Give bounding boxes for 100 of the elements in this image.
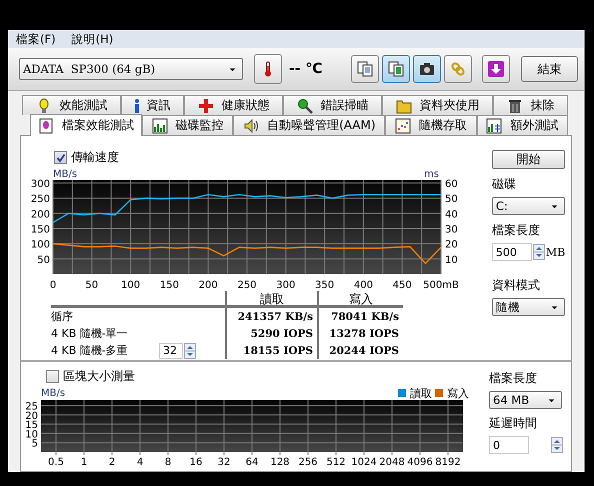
axis-label: 0.5 <box>48 457 64 468</box>
toolbar-button[interactable] <box>382 55 410 83</box>
exit-button[interactable]: 結束 <box>521 56 578 82</box>
axis-label: 32 <box>218 457 230 468</box>
axis-label: 350 <box>315 280 334 291</box>
speaker-icon <box>243 118 260 134</box>
axis-label: 40 <box>445 209 458 220</box>
camera-icon <box>419 61 435 77</box>
axis-label: 8 <box>164 457 172 468</box>
field-label: 延遲時間 <box>489 415 538 432</box>
documents-icon <box>357 61 373 77</box>
checkbox[interactable] <box>46 370 59 383</box>
axis-label: 2048 <box>379 457 405 468</box>
column-header: 寫入 <box>317 291 403 308</box>
menu-item[interactable]: 說明(H) <box>72 32 114 46</box>
tab[interactable]: 效能測試 <box>22 95 121 115</box>
axis-label: 30 <box>445 224 458 236</box>
table-cell: 18155 IOPS <box>225 342 317 359</box>
tab[interactable]: 自動噪聲管理(AAM) <box>233 115 386 135</box>
temperature-reading: -- ℃ <box>289 61 322 77</box>
axis-label: 450 <box>392 280 412 291</box>
axis-label: 20 <box>445 240 458 251</box>
axis-label: 512 <box>326 457 346 468</box>
download-icon <box>488 61 504 77</box>
axis-label: 64 <box>246 457 258 468</box>
column-header: 讀取 <box>225 291 317 308</box>
file-length-dropdown[interactable]: 64 MB <box>489 391 562 409</box>
axis-label: 60 <box>445 179 458 190</box>
toolbar-button[interactable] <box>351 55 379 83</box>
menu-item[interactable]: 檔案(F) <box>16 32 56 46</box>
tab[interactable]: 隨機存取 <box>385 115 477 135</box>
legend-label: 寫入 <box>447 387 469 400</box>
tab[interactable]: 資料夾使用 <box>382 95 493 115</box>
axis-label: 50 <box>85 280 98 291</box>
toolbar-button[interactable] <box>482 55 510 83</box>
tab[interactable]: 額外測試 <box>476 115 568 135</box>
toolbar-button[interactable] <box>413 55 441 83</box>
queue-depth-field[interactable]: 32 <box>159 342 183 358</box>
axis-label: 8192 <box>435 457 461 468</box>
axis-label: 10 <box>445 254 458 266</box>
chain-icon <box>450 61 466 77</box>
tab[interactable]: 抹除 <box>493 95 568 115</box>
axis-title: ms <box>424 169 439 180</box>
axis-label: 150 <box>30 224 50 236</box>
axis-label: 500mB <box>423 280 459 291</box>
data-mode-dropdown[interactable]: 隨機 <box>492 298 565 316</box>
axis-label: 4 <box>136 457 144 468</box>
checkbox[interactable] <box>54 151 67 164</box>
checkbox-label: 區塊大小測量 <box>63 368 135 385</box>
magnifier-icon <box>296 98 312 114</box>
axis-label: 250 <box>30 194 50 206</box>
row-label: 循序 <box>51 309 74 325</box>
axis-label: 2 <box>108 457 116 468</box>
spinner-arrows-icon[interactable] <box>551 437 563 453</box>
table-cell: 13278 IOPS <box>317 325 403 342</box>
temperature-button[interactable] <box>254 54 282 84</box>
axis-label: 5 <box>32 438 38 450</box>
scatter-chart-icon <box>394 118 411 134</box>
axis-label: 25 <box>25 402 38 413</box>
tab[interactable]: 磁碟監控 <box>142 115 234 135</box>
axis-label: 250 <box>237 280 257 291</box>
axis-label: 50 <box>37 254 50 266</box>
axis-label: 300 <box>30 179 50 190</box>
axis-label: 15 <box>25 420 38 432</box>
tab[interactable]: 資訊 <box>121 95 184 115</box>
axis-label: 200 <box>30 209 50 220</box>
file-length-field[interactable]: 500 <box>492 243 532 261</box>
axis-label: 0 <box>50 280 56 291</box>
tab[interactable]: 健康狀態 <box>184 95 283 115</box>
axis-label: 20 <box>25 410 38 422</box>
unit-label: MB <box>546 246 566 258</box>
table-cell: 20244 IOPS <box>317 342 403 359</box>
drive-dropdown[interactable]: ADATA SP300 (64 gB) <box>19 58 243 80</box>
document-icon <box>38 118 54 134</box>
spinner-arrows-icon[interactable] <box>532 244 545 260</box>
axis-label: 128 <box>270 457 290 468</box>
documents-icon <box>388 61 404 77</box>
tab[interactable]: 錯誤掃瞄 <box>283 95 382 115</box>
axis-label: 200 <box>198 280 218 291</box>
axis-label: 10 <box>25 429 38 440</box>
axis-label: 16 <box>190 457 202 468</box>
tab[interactable]: 檔案效能測試 <box>30 114 142 136</box>
table-cell: 5290 IOPS <box>225 325 317 342</box>
disk-dropdown[interactable]: C: <box>492 197 565 215</box>
table-cell: 241357 KB/s <box>225 308 317 325</box>
trash-icon <box>506 98 522 114</box>
delay-field[interactable]: 0 <box>489 436 529 454</box>
axis-label: 4096 <box>407 457 433 468</box>
row-label: 4 KB 隨機-單一 <box>51 326 129 342</box>
start-button[interactable]: 開始 <box>492 150 565 169</box>
checkbox-label: 傳輸速度 <box>71 149 119 166</box>
axis-label: 1024 <box>351 457 377 468</box>
field-label: 檔案長度 <box>492 222 541 239</box>
legend-label: 讀取 <box>410 387 432 400</box>
spinner-arrows-icon[interactable] <box>184 342 196 358</box>
row-label: 4 KB 隨機-多重 <box>51 343 129 359</box>
axis-label: 400 <box>354 280 373 291</box>
axis-label: 100 <box>121 280 140 291</box>
axis-label: 150 <box>160 280 179 291</box>
axis-label: 300 <box>276 280 296 291</box>
